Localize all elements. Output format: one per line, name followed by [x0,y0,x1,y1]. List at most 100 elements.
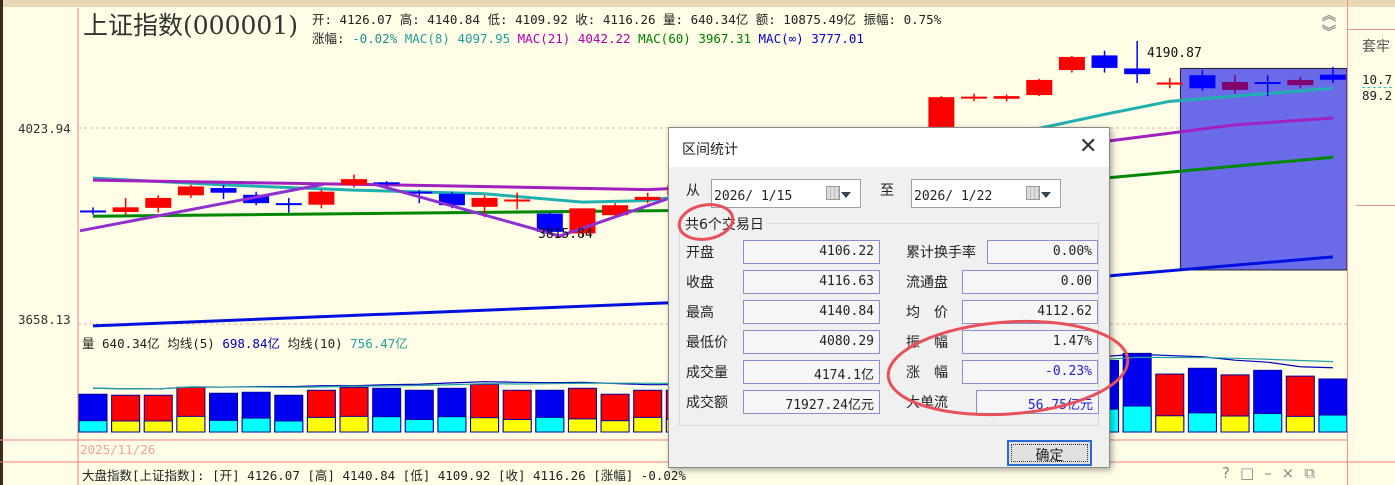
ma21-value: 4042.22 [577,31,631,46]
stat-field: 4080.29 [743,330,880,354]
from-date-value: 2026/ 1/15 [714,189,793,204]
ma60-label: MAC(60) [638,31,691,46]
vol-ma10-label: 均线(10) [287,336,343,351]
stat-field: 56.75亿元 [976,390,1099,414]
stat-field: 4140.84 [743,300,880,324]
change-value: -0.02% [352,31,398,46]
from-label: 从 [686,183,700,199]
volume-sub-bar [209,419,239,433]
vol-ma5-value: 698.84亿 [222,336,280,351]
from-date-picker[interactable]: 2026/ 1/15 [711,179,861,208]
volume-sub-bar [111,420,141,433]
stat-field: 4106.22 [743,240,880,264]
candle-body [1189,75,1216,89]
candle-body [1319,74,1346,80]
vol-ma5-label: 均线(5) [167,336,215,351]
volume-sub-bar [274,420,304,433]
stat-field: 4112.62 [962,300,1098,324]
volume-label: 量 640.34亿 [82,336,160,351]
volume-sub-bar [78,420,108,433]
candle-body [961,96,988,99]
candle-body [1124,68,1151,75]
trapped-label: 套牢 [1362,39,1390,55]
stat-field: 71927.24亿元 [743,390,880,414]
volume-sub-bar [143,420,173,433]
ma21-label: MAC(21) [517,31,571,46]
change-label: 涨幅: [312,31,345,46]
maximize-icon[interactable]: □ [1240,464,1264,482]
candle-body [1156,82,1183,85]
volume-sub-bar [372,416,402,433]
to-label: 至 [880,183,894,199]
volume-sub-bar [567,418,597,433]
candle-body [928,97,955,127]
candle-body [145,197,172,208]
volume-sub-bar [404,418,434,433]
volume-sub-bar [1155,415,1185,433]
high-label: 4190.87 [1147,46,1202,61]
volume-sub-bar [1318,414,1348,433]
stat-label: 均 价 [906,305,948,321]
window-controls[interactable]: ?□–×⧉ [1222,464,1325,482]
mainf-label: MAC(∞) [758,31,804,46]
ma-legend: 涨幅: -0.02% MAC(8) 4097.95 MAC(21) 4042.2… [312,28,864,47]
help-icon[interactable]: ? [1222,464,1240,482]
candle-body [1091,55,1118,68]
volume-sub-bar [633,416,663,433]
calendar-icon[interactable] [826,186,851,200]
candle-body [112,207,139,213]
profit-value: 89.2 [1362,88,1393,103]
close-icon[interactable]: × [1282,464,1305,482]
candle-body [1222,82,1249,90]
volume-sub-bar [1220,415,1250,433]
quote-line: 开: 4126.07 高: 4140.84 低: 4109.92 收: 4116… [312,12,942,27]
restore-icon[interactable]: ⧉ [1304,464,1325,482]
stat-label: 收盘 [686,275,714,291]
candle-body [1254,82,1281,85]
stat-label: 流通盘 [906,275,948,291]
minimize-icon[interactable]: – [1264,464,1282,482]
trading-days: 共6个交易日 [685,214,767,234]
stat-label: 开盘 [686,245,714,261]
candle-body [177,186,204,196]
ok-button[interactable]: 确定 [1007,440,1092,466]
volume-legend: 量 640.34亿 均线(5) 698.84亿 均线(10) 756.47亿 [82,333,408,352]
vol-ma10-value: 756.47亿 [350,336,408,351]
price-tick: 4023.94 [18,121,71,136]
volume-sub-bar [241,417,271,433]
stat-label: 累计换手率 [906,245,976,261]
candle-body [1026,79,1053,96]
volume-sub-bar [1187,412,1217,433]
candle-body [80,210,106,213]
scroll-arrows[interactable]: ︽ ︾ [1322,8,1336,42]
stat-field: -0.23% [962,360,1098,384]
volume-sub-bar [600,420,630,433]
trapped-value: 10.7 [1362,72,1393,88]
to-date-value: 2026/ 1/22 [914,189,993,204]
mainf-value: 3777.01 [811,31,864,46]
volume-sub-bar [1253,412,1283,433]
low-label: 3815.84 [538,227,593,242]
stat-label: 最低价 [686,335,728,351]
candle-body [341,179,368,185]
candle-body [993,96,1020,99]
ma8-value: 4097.95 [457,31,511,46]
volume-sub-bar [437,416,467,433]
volume-sub-bar [176,415,206,433]
calendar-icon[interactable] [1026,186,1051,200]
right-panel: 套牢 10.7 89.2 [1347,0,1395,485]
volume-sub-bar [339,415,369,433]
double-chevron-down-icon[interactable]: ︾ [1322,25,1336,42]
to-date-picker[interactable]: 2026/ 1/22 [911,179,1061,208]
double-chevron-up-icon[interactable]: ︽ [1322,8,1336,25]
stat-field: 4116.63 [743,270,880,294]
candle-body [471,197,498,207]
stat-label: 成交额 [686,395,728,411]
candle-body [1287,79,1314,86]
close-icon[interactable]: ✕ [1079,134,1097,159]
stat-field: 4174.1亿 [743,360,880,384]
stat-field: 1.47% [962,330,1098,354]
stat-label: 成交量 [686,365,728,381]
candle-body [504,199,531,202]
stat-label: 涨 幅 [906,365,948,381]
